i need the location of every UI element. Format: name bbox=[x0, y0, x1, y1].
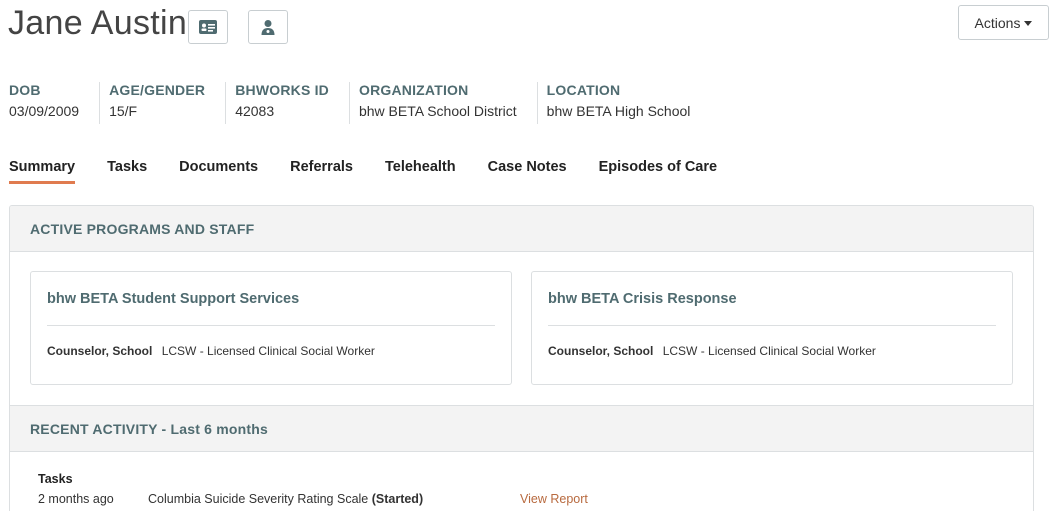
id-card-button[interactable] bbox=[188, 10, 228, 44]
tab-episodes-of-care[interactable]: Episodes of Care bbox=[599, 159, 717, 184]
caret-down-icon bbox=[1024, 21, 1033, 26]
actions-label: Actions bbox=[974, 14, 1021, 31]
demo-label: BHWORKS ID bbox=[235, 82, 329, 98]
tab-referrals[interactable]: Referrals bbox=[290, 159, 353, 184]
view-report-link[interactable]: View Report bbox=[520, 492, 588, 506]
demo-value: bhw BETA School District bbox=[358, 103, 517, 119]
tab-telehealth[interactable]: Telehealth bbox=[385, 159, 456, 184]
activity-row: 2 months ago Columbia Suicide Severity R… bbox=[38, 492, 1005, 506]
activity-list: Tasks 2 months ago Columbia Suicide Seve… bbox=[10, 452, 1033, 511]
demo-organization: ORGANIZATION bhw BETA School District bbox=[348, 82, 537, 124]
care-team-button[interactable] bbox=[248, 10, 288, 44]
staff-role: Counselor, School bbox=[47, 344, 153, 358]
tab-summary[interactable]: Summary bbox=[9, 159, 76, 184]
activity-name: Columbia Suicide Severity Rating Scale (… bbox=[148, 492, 520, 506]
activity-group-label: Tasks bbox=[38, 472, 73, 486]
demo-age-gender: AGE/GENDER 15/F bbox=[99, 82, 225, 124]
tab-tasks[interactable]: Tasks bbox=[107, 159, 147, 184]
program-title: bhw BETA Crisis Response bbox=[548, 291, 996, 326]
demo-value: 03/09/2009 bbox=[9, 103, 80, 119]
staff-row: Counselor, School LCSW - Licensed Clinic… bbox=[47, 344, 495, 358]
activity-section-title: RECENT ACTIVITY - Last 6 months bbox=[10, 406, 1033, 452]
staff-credential: LCSW - Licensed Clinical Social Worker bbox=[662, 344, 876, 358]
tab-case-notes[interactable]: Case Notes bbox=[488, 159, 567, 184]
program-card: bhw BETA Student Support Services Counse… bbox=[30, 271, 512, 385]
programs-section-title: ACTIVE PROGRAMS AND STAFF bbox=[10, 206, 1033, 252]
demo-dob: DOB 03/09/2009 bbox=[0, 82, 99, 124]
demo-location: LOCATION bhw BETA High School bbox=[536, 82, 711, 124]
actions-dropdown-button[interactable]: Actions bbox=[958, 5, 1049, 40]
activity-time: 2 months ago bbox=[38, 492, 114, 506]
demographics-bar: DOB 03/09/2009 AGE/GENDER 15/F BHWORKS I… bbox=[0, 82, 710, 124]
staff-credential: LCSW - Licensed Clinical Social Worker bbox=[161, 344, 375, 358]
patient-name: Jane Austin bbox=[8, 4, 188, 42]
tab-documents[interactable]: Documents bbox=[179, 159, 258, 184]
tab-bar: Summary Tasks Documents Referrals Telehe… bbox=[9, 159, 717, 184]
demo-value: bhw BETA High School bbox=[546, 103, 691, 119]
demo-value: 42083 bbox=[235, 103, 275, 119]
clinician-icon bbox=[261, 20, 275, 35]
demo-value: 15/F bbox=[109, 103, 138, 119]
program-card: bhw BETA Crisis Response Counselor, Scho… bbox=[531, 271, 1013, 385]
id-card-icon bbox=[199, 20, 217, 34]
staff-role: Counselor, School bbox=[548, 344, 654, 358]
demo-bhworks-id: BHWORKS ID 42083 bbox=[225, 82, 349, 124]
staff-row: Counselor, School LCSW - Licensed Clinic… bbox=[548, 344, 996, 358]
demo-label: LOCATION bbox=[546, 82, 621, 98]
activity-task-name: Columbia Suicide Severity Rating Scale bbox=[148, 492, 372, 506]
program-title: bhw BETA Student Support Services bbox=[47, 291, 495, 326]
summary-panel: ACTIVE PROGRAMS AND STAFF bhw BETA Stude… bbox=[9, 205, 1034, 511]
demo-label: AGE/GENDER bbox=[109, 82, 206, 98]
demo-label: DOB bbox=[9, 82, 41, 98]
programs-list: bhw BETA Student Support Services Counse… bbox=[10, 252, 1033, 406]
demo-label: ORGANIZATION bbox=[358, 82, 469, 98]
activity-status: (Started) bbox=[371, 492, 424, 506]
